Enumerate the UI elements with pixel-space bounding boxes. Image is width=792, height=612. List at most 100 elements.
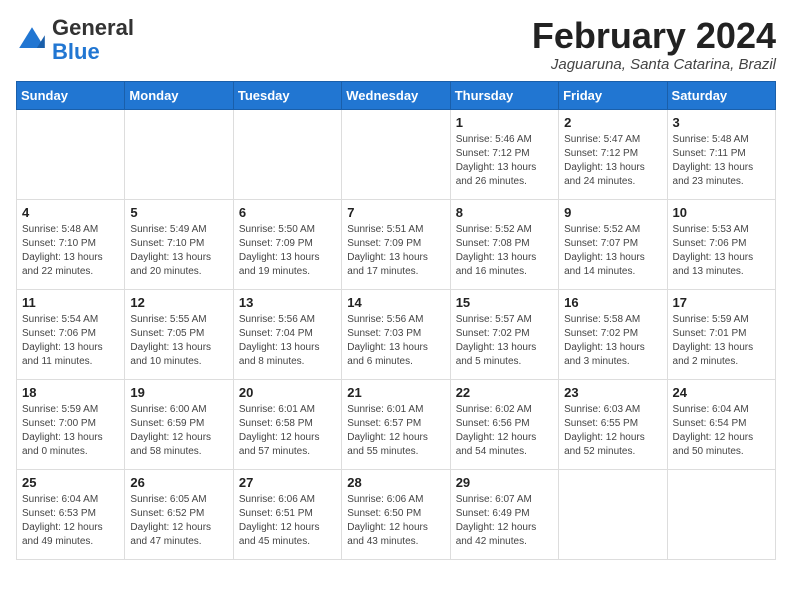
day-number: 12 bbox=[130, 295, 227, 310]
weekday-header-tuesday: Tuesday bbox=[233, 81, 341, 109]
day-detail: Sunrise: 5:51 AM Sunset: 7:09 PM Dayligh… bbox=[347, 223, 444, 279]
calendar-cell: 1Sunrise: 5:46 AM Sunset: 7:12 PM Daylig… bbox=[450, 109, 558, 199]
day-detail: Sunrise: 6:06 AM Sunset: 6:51 PM Dayligh… bbox=[239, 493, 336, 549]
page-header: General Blue February 2024 Jaguaruna, Sa… bbox=[16, 16, 776, 73]
day-detail: Sunrise: 5:46 AM Sunset: 7:12 PM Dayligh… bbox=[456, 133, 553, 189]
calendar-cell: 15Sunrise: 5:57 AM Sunset: 7:02 PM Dayli… bbox=[450, 289, 558, 379]
calendar-cell: 19 Sunrise: 6:00 AM Sunset: 6:59 PM Dayli… bbox=[125, 379, 233, 469]
calendar-cell bbox=[667, 469, 775, 559]
calendar-week-row: 4Sunrise: 5:48 AM Sunset: 7:10 PM Daylig… bbox=[17, 199, 776, 289]
calendar-cell bbox=[125, 109, 233, 199]
day-detail: Sunrise: 6:03 AM Sunset: 6:55 PM Dayligh… bbox=[564, 403, 661, 459]
calendar-cell: 11 Sunrise: 5:54 AM Sunset: 7:06 PM Dayli… bbox=[17, 289, 125, 379]
day-detail: Sunrise: 5:52 AM Sunset: 7:08 PM Dayligh… bbox=[456, 223, 553, 279]
day-number: 7 bbox=[347, 205, 444, 220]
calendar-cell bbox=[559, 469, 667, 559]
calendar-cell bbox=[342, 109, 450, 199]
day-number: 23 bbox=[564, 385, 661, 400]
calendar-cell: 21 Sunrise: 6:01 AM Sunset: 6:57 PM Dayli… bbox=[342, 379, 450, 469]
day-detail: Sunrise: 5:53 AM Sunset: 7:06 PM Dayligh… bbox=[673, 223, 770, 279]
day-detail: Sunrise: 6:02 AM Sunset: 6:56 PM Dayligh… bbox=[456, 403, 553, 459]
calendar-cell: 5 Sunrise: 5:49 AM Sunset: 7:10 PM Daylig… bbox=[125, 199, 233, 289]
weekday-header-friday: Friday bbox=[559, 81, 667, 109]
weekday-header-saturday: Saturday bbox=[667, 81, 775, 109]
calendar-cell bbox=[17, 109, 125, 199]
calendar-body: 1Sunrise: 5:46 AM Sunset: 7:12 PM Daylig… bbox=[17, 109, 776, 559]
calendar-cell: 4Sunrise: 5:48 AM Sunset: 7:10 PM Daylig… bbox=[17, 199, 125, 289]
day-detail: Sunrise: 5:54 AM Sunset: 7:06 PM Dayligh… bbox=[22, 313, 119, 369]
day-number: 18 bbox=[22, 385, 119, 400]
calendar-cell: 7 Sunrise: 5:51 AM Sunset: 7:09 PM Daylig… bbox=[342, 199, 450, 289]
logo-blue: Blue bbox=[52, 39, 100, 64]
weekday-header-monday: Monday bbox=[125, 81, 233, 109]
day-detail: Sunrise: 6:06 AM Sunset: 6:50 PM Dayligh… bbox=[347, 493, 444, 549]
day-detail: Sunrise: 5:55 AM Sunset: 7:05 PM Dayligh… bbox=[130, 313, 227, 369]
day-number: 20 bbox=[239, 385, 336, 400]
calendar-week-row: 25 Sunrise: 6:04 AM Sunset: 6:53 PM Dayli… bbox=[17, 469, 776, 559]
calendar-header: SundayMondayTuesdayWednesdayThursdayFrid… bbox=[17, 81, 776, 109]
calendar-cell: 12 Sunrise: 5:55 AM Sunset: 7:05 PM Dayli… bbox=[125, 289, 233, 379]
calendar-week-row: 1Sunrise: 5:46 AM Sunset: 7:12 PM Daylig… bbox=[17, 109, 776, 199]
logo-general: General bbox=[52, 15, 134, 40]
calendar-cell: 2 Sunrise: 5:47 AM Sunset: 7:12 PM Daylig… bbox=[559, 109, 667, 199]
calendar-cell: 3 Sunrise: 5:48 AM Sunset: 7:11 PM Daylig… bbox=[667, 109, 775, 199]
day-detail: Sunrise: 5:48 AM Sunset: 7:10 PM Dayligh… bbox=[22, 223, 119, 279]
day-number: 22 bbox=[456, 385, 553, 400]
day-detail: Sunrise: 5:49 AM Sunset: 7:10 PM Dayligh… bbox=[130, 223, 227, 279]
day-number: 8 bbox=[456, 205, 553, 220]
day-number: 13 bbox=[239, 295, 336, 310]
logo-icon bbox=[16, 24, 48, 56]
day-number: 21 bbox=[347, 385, 444, 400]
day-number: 16 bbox=[564, 295, 661, 310]
day-number: 15 bbox=[456, 295, 553, 310]
day-number: 3 bbox=[673, 115, 770, 130]
calendar-cell: 29Sunrise: 6:07 AM Sunset: 6:49 PM Dayli… bbox=[450, 469, 558, 559]
weekday-header-sunday: Sunday bbox=[17, 81, 125, 109]
day-number: 27 bbox=[239, 475, 336, 490]
day-detail: Sunrise: 5:59 AM Sunset: 7:00 PM Dayligh… bbox=[22, 403, 119, 459]
day-detail: Sunrise: 6:04 AM Sunset: 6:54 PM Dayligh… bbox=[673, 403, 770, 459]
calendar-cell: 28Sunrise: 6:06 AM Sunset: 6:50 PM Dayli… bbox=[342, 469, 450, 559]
day-detail: Sunrise: 6:01 AM Sunset: 6:57 PM Dayligh… bbox=[347, 403, 444, 459]
day-number: 14 bbox=[347, 295, 444, 310]
calendar-table: SundayMondayTuesdayWednesdayThursdayFrid… bbox=[16, 81, 776, 560]
day-detail: Sunrise: 6:00 AM Sunset: 6:59 PM Dayligh… bbox=[130, 403, 227, 459]
calendar-cell: 17Sunrise: 5:59 AM Sunset: 7:01 PM Dayli… bbox=[667, 289, 775, 379]
calendar-cell bbox=[233, 109, 341, 199]
logo-text: General Blue bbox=[52, 16, 134, 64]
calendar-cell: 6 Sunrise: 5:50 AM Sunset: 7:09 PM Daylig… bbox=[233, 199, 341, 289]
calendar-week-row: 11 Sunrise: 5:54 AM Sunset: 7:06 PM Dayli… bbox=[17, 289, 776, 379]
day-number: 5 bbox=[130, 205, 227, 220]
day-detail: Sunrise: 5:52 AM Sunset: 7:07 PM Dayligh… bbox=[564, 223, 661, 279]
calendar-cell: 9Sunrise: 5:52 AM Sunset: 7:07 PM Daylig… bbox=[559, 199, 667, 289]
logo: General Blue bbox=[16, 16, 134, 64]
calendar-cell: 13 Sunrise: 5:56 AM Sunset: 7:04 PM Dayli… bbox=[233, 289, 341, 379]
day-number: 10 bbox=[673, 205, 770, 220]
weekday-header-row: SundayMondayTuesdayWednesdayThursdayFrid… bbox=[17, 81, 776, 109]
day-number: 19 bbox=[130, 385, 227, 400]
calendar-cell: 20 Sunrise: 6:01 AM Sunset: 6:58 PM Dayli… bbox=[233, 379, 341, 469]
calendar-cell: 26Sunrise: 6:05 AM Sunset: 6:52 PM Dayli… bbox=[125, 469, 233, 559]
calendar-cell: 14Sunrise: 5:56 AM Sunset: 7:03 PM Dayli… bbox=[342, 289, 450, 379]
day-detail: Sunrise: 6:04 AM Sunset: 6:53 PM Dayligh… bbox=[22, 493, 119, 549]
day-number: 26 bbox=[130, 475, 227, 490]
calendar-cell: 16Sunrise: 5:58 AM Sunset: 7:02 PM Dayli… bbox=[559, 289, 667, 379]
day-number: 24 bbox=[673, 385, 770, 400]
day-number: 2 bbox=[564, 115, 661, 130]
day-number: 6 bbox=[239, 205, 336, 220]
day-detail: Sunrise: 5:50 AM Sunset: 7:09 PM Dayligh… bbox=[239, 223, 336, 279]
calendar-cell: 24 Sunrise: 6:04 AM Sunset: 6:54 PM Dayli… bbox=[667, 379, 775, 469]
weekday-header-wednesday: Wednesday bbox=[342, 81, 450, 109]
day-number: 25 bbox=[22, 475, 119, 490]
location-subtitle: Jaguaruna, Santa Catarina, Brazil bbox=[532, 56, 776, 73]
day-detail: Sunrise: 5:47 AM Sunset: 7:12 PM Dayligh… bbox=[564, 133, 661, 189]
calendar-cell: 18 Sunrise: 5:59 AM Sunset: 7:00 PM Dayli… bbox=[17, 379, 125, 469]
day-detail: Sunrise: 6:01 AM Sunset: 6:58 PM Dayligh… bbox=[239, 403, 336, 459]
day-detail: Sunrise: 6:07 AM Sunset: 6:49 PM Dayligh… bbox=[456, 493, 553, 549]
day-number: 17 bbox=[673, 295, 770, 310]
calendar-cell: 27 Sunrise: 6:06 AM Sunset: 6:51 PM Dayli… bbox=[233, 469, 341, 559]
day-detail: Sunrise: 5:56 AM Sunset: 7:04 PM Dayligh… bbox=[239, 313, 336, 369]
title-block: February 2024 Jaguaruna, Santa Catarina,… bbox=[532, 16, 776, 73]
day-number: 11 bbox=[22, 295, 119, 310]
day-detail: Sunrise: 5:48 AM Sunset: 7:11 PM Dayligh… bbox=[673, 133, 770, 189]
